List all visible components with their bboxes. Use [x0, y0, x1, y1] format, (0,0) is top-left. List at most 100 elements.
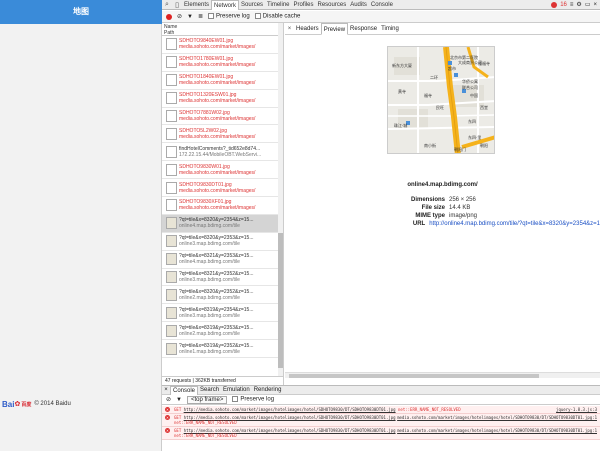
tab-elements[interactable]: Elements [182, 0, 211, 10]
request-row[interactable]: SDHOTO7881W02.jpg media.sohoto.com/market… [162, 108, 283, 126]
request-path: online3.map.bdimg.com/tile [179, 312, 240, 319]
map-label: 朝阳门 [454, 146, 466, 152]
tab-console[interactable]: Console [369, 0, 395, 10]
request-row[interactable]: SDHOTO9830DT01.jpg media.sohoto.com/marke… [162, 179, 283, 198]
disable-cache-checkbox[interactable]: Disable cache [254, 13, 300, 20]
request-row[interactable]: SDHOTO9830W01.jpg media.sohoto.com/market… [162, 161, 283, 180]
map-tile-image: 北京市第二医院 大成商贸公司 超市 隆福寺 中国 黄寺 福寺 二环 华侨公寓 联… [388, 47, 494, 153]
request-text: SDHOTO1840EW01.jpg media.sohoto.com/marke… [179, 74, 277, 86]
tab-audits[interactable]: Audits [348, 0, 369, 10]
request-row[interactable]: findHotelComments?_tid652e8d74... 172.22.… [162, 143, 283, 162]
drawer-tab-rendering[interactable]: Rendering [252, 386, 284, 395]
network-summary: 47 requests | 362KB transferred [162, 376, 284, 385]
request-row[interactable]: SDHOTO1780EW01.jpg media.sohoto.com/marke… [162, 54, 283, 72]
map-label: 南小街 [424, 142, 436, 148]
drawer-toggle-icon[interactable]: ≡ [570, 2, 574, 8]
close-icon[interactable]: × [593, 2, 597, 8]
request-row[interactable]: SDHOTO9830XF01.jpg media.sohoto.com/marke… [162, 197, 283, 215]
request-text: SDHOTO9830DT01.jpg media.sohoto.com/marke… [179, 182, 277, 194]
request-path: online3.map.bdimg.com/tile [179, 277, 240, 284]
file-icon [166, 288, 177, 301]
tab-profiles[interactable]: Profiles [292, 0, 316, 10]
devtools-tabbar-right: 16 ≡ ⚙ ▭ × [551, 1, 600, 8]
detail-hscrollbar[interactable] [285, 372, 600, 378]
request-row[interactable]: SDHOTO9840EW01.jpg media.sohoto.com/marke… [162, 36, 283, 54]
metadata-value: 14.4 KB [449, 205, 471, 211]
map-label: 西堂 [480, 104, 488, 110]
drawer-tab-console[interactable]: Console [170, 385, 199, 395]
record-icon[interactable] [166, 13, 172, 20]
map-label: 华侨公寓 [462, 78, 478, 84]
metadata-key: URL [412, 221, 426, 227]
frame-selector[interactable]: <top frame> [186, 395, 228, 404]
tab-sources[interactable]: Sources [239, 0, 265, 10]
dock-icon[interactable]: ▭ [585, 1, 591, 8]
request-row[interactable]: SDHOTO5L2W02.jpg media.sohoto.com/market/… [162, 125, 283, 144]
settings-icon[interactable]: ⚙ [576, 1, 581, 8]
map-label: 二环 [430, 75, 438, 80]
filter-icon[interactable]: ▼ [187, 14, 193, 20]
clear-icon[interactable]: ⊘ [177, 13, 182, 20]
request-row[interactable]: ?qt=tile&x=8319&y=2353&z=15... online2.ma… [162, 322, 283, 341]
console-clear-icon[interactable]: ⊘ [166, 396, 171, 403]
file-icon [166, 127, 177, 140]
metadata-row: Dimensions 256 × 256 [285, 196, 600, 204]
request-list-scroll-thumb[interactable] [278, 233, 283, 368]
tab-network[interactable]: Network [211, 0, 240, 10]
detail-tab-response[interactable]: Response [348, 23, 379, 35]
map-label: 民旺 [436, 105, 444, 110]
error-count[interactable]: 16 [560, 2, 567, 8]
device-icon[interactable]: ▯ [172, 0, 182, 10]
inspect-icon[interactable]: ⌕ [162, 0, 172, 10]
console-url[interactable]: http://media.sohoto.com/market/images/ho… [184, 407, 396, 412]
detail-tab-headers[interactable]: Headers [294, 23, 321, 35]
detail-tab-preview[interactable]: Preview [320, 22, 349, 35]
request-list-header[interactable]: Name Path [162, 23, 283, 36]
request-text: ?qt=tile&x=8319&y=2354&z=15... online3.ma… [179, 307, 277, 319]
request-row[interactable]: ?qt=tile&x=8321&y=2353&z=15... online4.ma… [162, 251, 283, 269]
request-text: findHotelComments?_tid652e8d74... 172.22.… [179, 146, 277, 158]
close-detail-icon[interactable]: × [285, 26, 294, 32]
drawer-tab-emulation[interactable]: Emulation [221, 386, 252, 395]
drawer-tab-search[interactable]: Search [198, 386, 221, 395]
console-source-link[interactable]: jquery-1.8.3.js:3 [556, 407, 597, 412]
request-row[interactable]: ?qt=tile&x=8320&y=2352&z=15... online2.ma… [162, 286, 283, 305]
request-path: online4.map.bdimg.com/tile [179, 223, 240, 230]
network-toolbar: ⊘ ▼ ≣ Preserve log Disable cache [162, 11, 600, 23]
request-row[interactable]: ?qt=tile&x=8319&y=2354&z=15... online3.ma… [162, 304, 283, 323]
console-filter-icon[interactable]: ▼ [176, 397, 182, 403]
console-error: × media.sohoto.com/market/images/hotelima… [162, 427, 600, 440]
file-icon [166, 235, 177, 248]
request-row[interactable]: ?qt=tile&x=8319&y=2352&z=15... online1.ma… [162, 340, 283, 359]
console-source-link[interactable]: media.sohoto.com/market/images/hotelimag… [397, 415, 597, 420]
tab-timeline[interactable]: Timeline [265, 0, 291, 10]
preserve-log-checkbox[interactable]: Preserve log [208, 13, 250, 20]
request-row[interactable]: SDHOTO1320ESW01.jpg media.sohoto.com/mark… [162, 90, 283, 108]
list-view-icon[interactable]: ≣ [198, 13, 203, 20]
file-icon [166, 38, 177, 51]
metadata-value[interactable]: http://online4.map.bdimg.com/tile/?qt=ti… [429, 220, 600, 228]
request-row[interactable]: ?qt=tile&x=8321&y=2352&z=15... online3.ma… [162, 269, 283, 287]
file-icon [166, 163, 177, 176]
request-path: online4.map.bdimg.com/tile [179, 259, 240, 266]
error-icon: × [165, 407, 170, 412]
request-path: media.sohoto.com/market/images/ [179, 98, 256, 105]
detail-tab-timing[interactable]: Timing [379, 23, 401, 35]
request-path: media.sohoto.com/market/images/ [179, 62, 256, 69]
request-text: ?qt=tile&x=8320&y=2352&z=15... online2.ma… [179, 289, 277, 301]
map-label: 珠江·城 [394, 122, 407, 128]
baidu-logo[interactable]: Bai ✿ 百度 [2, 400, 31, 409]
request-path: media.sohoto.com/market/images/ [179, 187, 256, 194]
request-row[interactable]: ?qt=tile&x=8320&y=2354&z=15... online4.ma… [162, 214, 283, 233]
request-path: media.sohoto.com/market/images/ [179, 133, 256, 140]
console-source-link[interactable]: media.sohoto.com/market/images/hotelimag… [397, 428, 597, 433]
detail-hscroll-thumb[interactable] [289, 374, 539, 378]
file-icon [166, 92, 177, 105]
close-drawer-icon[interactable]: × [162, 387, 170, 393]
request-row[interactable]: ?qt=tile&x=8320&y=2353&z=15... online3.ma… [162, 233, 283, 251]
error-icon[interactable] [551, 1, 558, 8]
tab-resources[interactable]: Resources [316, 0, 349, 10]
console-preserve-log-checkbox[interactable]: Preserve log [232, 396, 274, 403]
request-path: media.sohoto.com/market/images/ [179, 44, 256, 51]
request-row[interactable]: SDHOTO1840EW01.jpg media.sohoto.com/marke… [162, 72, 283, 90]
